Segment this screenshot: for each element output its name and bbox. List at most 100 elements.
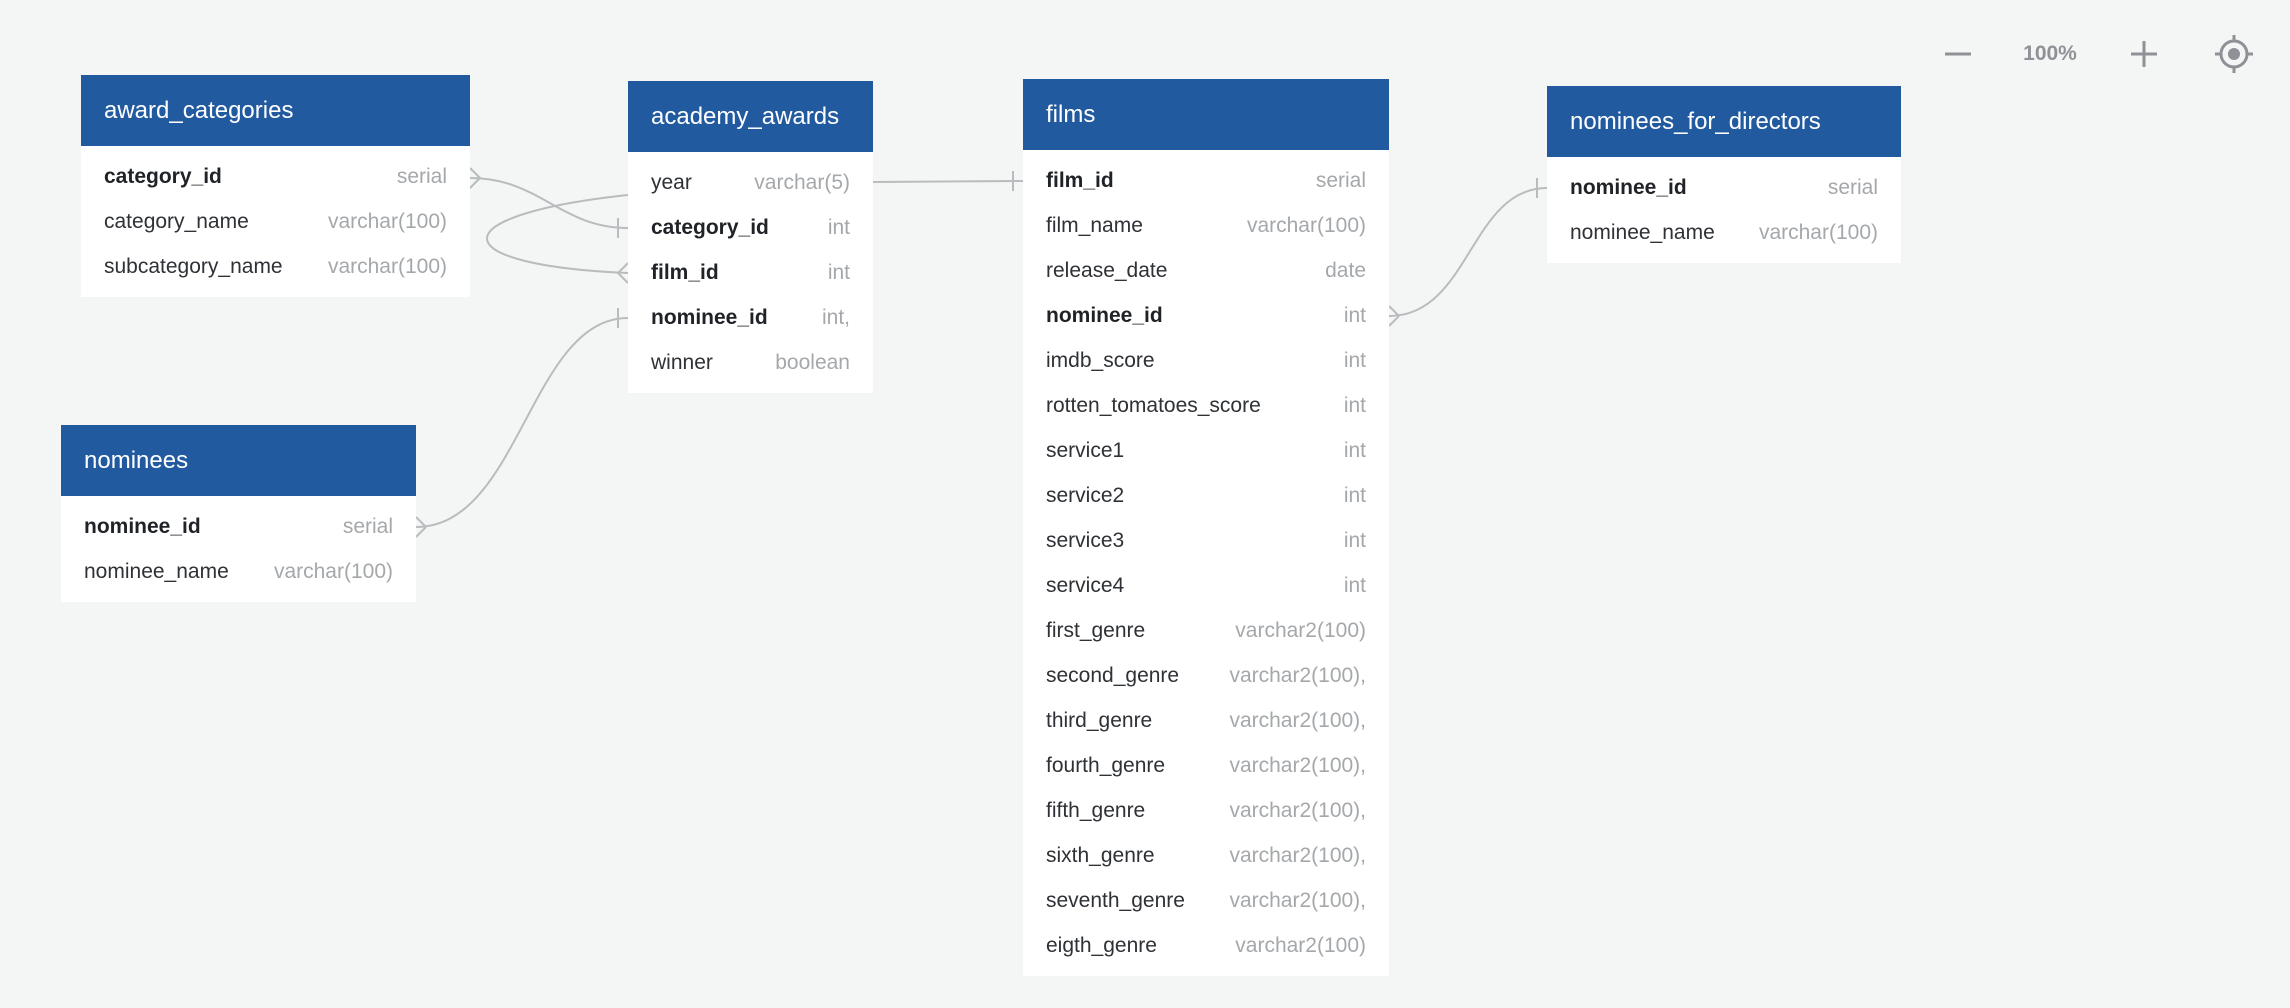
field-list: category_id serial category_name varchar(10… [81, 146, 470, 297]
field-type: serial [1827, 175, 1878, 199]
field-name: imdb_score [1046, 348, 1155, 372]
table-title[interactable]: academy_awards [628, 81, 873, 152]
field-row[interactable]: year varchar(5) [628, 160, 873, 205]
field-type: varchar2(100) [1235, 933, 1366, 957]
field-list: film_id serial film_name varchar(100) releas… [1023, 150, 1389, 976]
field-row[interactable]: imdb_score int [1023, 338, 1389, 383]
table-title[interactable]: films [1023, 79, 1389, 150]
field-type: int [1343, 528, 1366, 552]
crowfoot-marker [1388, 305, 1400, 327]
field-name: category_id [651, 215, 769, 239]
field-name: nominee_id [651, 305, 768, 329]
field-name: seventh_genre [1046, 888, 1185, 912]
field-type: varchar2(100), [1229, 663, 1366, 687]
field-row[interactable]: category_id int [628, 205, 873, 250]
field-row[interactable]: category_id serial [81, 154, 470, 199]
field-row[interactable]: nominee_id int [1023, 293, 1389, 338]
field-name: service1 [1046, 438, 1125, 462]
field-row[interactable]: sixth_genre varchar2(100), [1023, 833, 1389, 878]
field-name: fourth_genre [1046, 753, 1166, 777]
field-row[interactable]: eigth_genre varchar2(100) [1023, 923, 1389, 968]
field-type: varchar(100) [1758, 220, 1878, 244]
field-row[interactable]: nominee_id int, [628, 295, 873, 340]
connector-academy-awards-films [872, 180, 1024, 183]
table-title[interactable]: nominees [61, 425, 416, 496]
field-row[interactable]: release_date date [1023, 248, 1389, 293]
field-row[interactable]: subcategory_name varchar(100) [81, 244, 470, 289]
field-row[interactable]: third_genre varchar2(100), [1023, 698, 1389, 743]
field-type: varchar(100) [1246, 213, 1366, 237]
field-row[interactable]: service4 int [1023, 563, 1389, 608]
field-type: int [1343, 348, 1366, 372]
field-row[interactable]: nominee_name varchar(100) [1547, 210, 1901, 255]
field-row[interactable]: second_genre varchar2(100), [1023, 653, 1389, 698]
field-name: sixth_genre [1046, 843, 1155, 867]
field-name: release_date [1046, 258, 1168, 282]
field-row[interactable]: film_id serial [1023, 158, 1389, 203]
field-name: nominee_name [1570, 220, 1715, 244]
field-name: category_id [104, 164, 222, 188]
table-title[interactable]: nominees_for_directors [1547, 86, 1901, 157]
field-row[interactable]: seventh_genre varchar2(100), [1023, 878, 1389, 923]
field-row[interactable]: fifth_genre varchar2(100), [1023, 788, 1389, 833]
field-row[interactable]: category_name varchar(100) [81, 199, 470, 244]
field-type: int [1343, 438, 1366, 462]
field-row[interactable]: nominee_id serial [61, 504, 416, 549]
field-name: rotten_tomatoes_score [1046, 393, 1261, 417]
field-name: category_name [104, 209, 249, 233]
field-list: year varchar(5) category_id int film_id int no… [628, 152, 873, 393]
field-row[interactable]: nominee_name varchar(100) [61, 549, 416, 594]
minus-icon [1945, 52, 1971, 56]
table-nominees[interactable]: nominees nominee_id serial nominee_name varc… [61, 425, 416, 602]
zoom-out-button[interactable] [1930, 26, 1986, 82]
table-films[interactable]: films film_id serial film_name varchar(100) r… [1023, 79, 1389, 976]
field-type: int [1343, 303, 1366, 327]
zoom-in-button[interactable] [2116, 26, 2172, 82]
crowfoot-marker [415, 516, 427, 538]
field-name: fifth_genre [1046, 798, 1146, 822]
field-type: int [827, 260, 850, 284]
field-row[interactable]: service2 int [1023, 473, 1389, 518]
plus-icon [2131, 41, 2157, 67]
field-row[interactable]: service1 int [1023, 428, 1389, 473]
field-name: nominee_name [84, 559, 229, 583]
field-name: film_id [1046, 168, 1114, 192]
field-name: service4 [1046, 573, 1125, 597]
table-award-categories[interactable]: award_categories category_id serial categor… [81, 75, 470, 297]
field-name: winner [651, 350, 713, 374]
field-name: nominee_id [84, 514, 201, 538]
field-name: subcategory_name [104, 254, 283, 278]
field-type: serial [396, 164, 447, 188]
crowfoot-marker [617, 262, 629, 284]
field-type: int [1343, 393, 1366, 417]
field-row[interactable]: film_name varchar(100) [1023, 203, 1389, 248]
field-type: int [1343, 573, 1366, 597]
crowfoot-marker [469, 167, 481, 189]
recenter-button[interactable] [2206, 26, 2262, 82]
field-row[interactable]: service3 int [1023, 518, 1389, 563]
table-academy-awards[interactable]: academy_awards year varchar(5) category_id i… [628, 81, 873, 393]
connector-films-nominees-for-directors [1388, 187, 1548, 317]
table-nominees-for-directors[interactable]: nominees_for_directors nominee_id serial no… [1547, 86, 1901, 263]
connector-nominees-academy-awards [415, 317, 629, 528]
field-row[interactable]: fourth_genre varchar2(100), [1023, 743, 1389, 788]
field-row[interactable]: rotten_tomatoes_score int [1023, 383, 1389, 428]
field-name: service3 [1046, 528, 1125, 552]
field-row[interactable]: first_genre varchar2(100) [1023, 608, 1389, 653]
field-type: varchar2(100), [1229, 753, 1366, 777]
zoom-level: 100% [2023, 42, 2077, 65]
field-row[interactable]: nominee_id serial [1547, 165, 1901, 210]
field-type: varchar2(100) [1235, 618, 1366, 642]
field-row[interactable]: winner boolean [628, 340, 873, 385]
field-row[interactable]: film_id int [628, 250, 873, 295]
field-type: varchar2(100), [1229, 843, 1366, 867]
table-title[interactable]: award_categories [81, 75, 470, 146]
field-type: int, [821, 305, 850, 329]
field-name: first_genre [1046, 618, 1146, 642]
connector-academy-awards-loop [486, 194, 629, 274]
field-name: film_id [651, 260, 719, 284]
field-type: varchar(5) [754, 170, 850, 194]
field-name: nominee_id [1570, 175, 1687, 199]
diagram-canvas[interactable]: award_categories category_id serial categor… [0, 0, 2290, 1008]
field-name: year [651, 170, 692, 194]
